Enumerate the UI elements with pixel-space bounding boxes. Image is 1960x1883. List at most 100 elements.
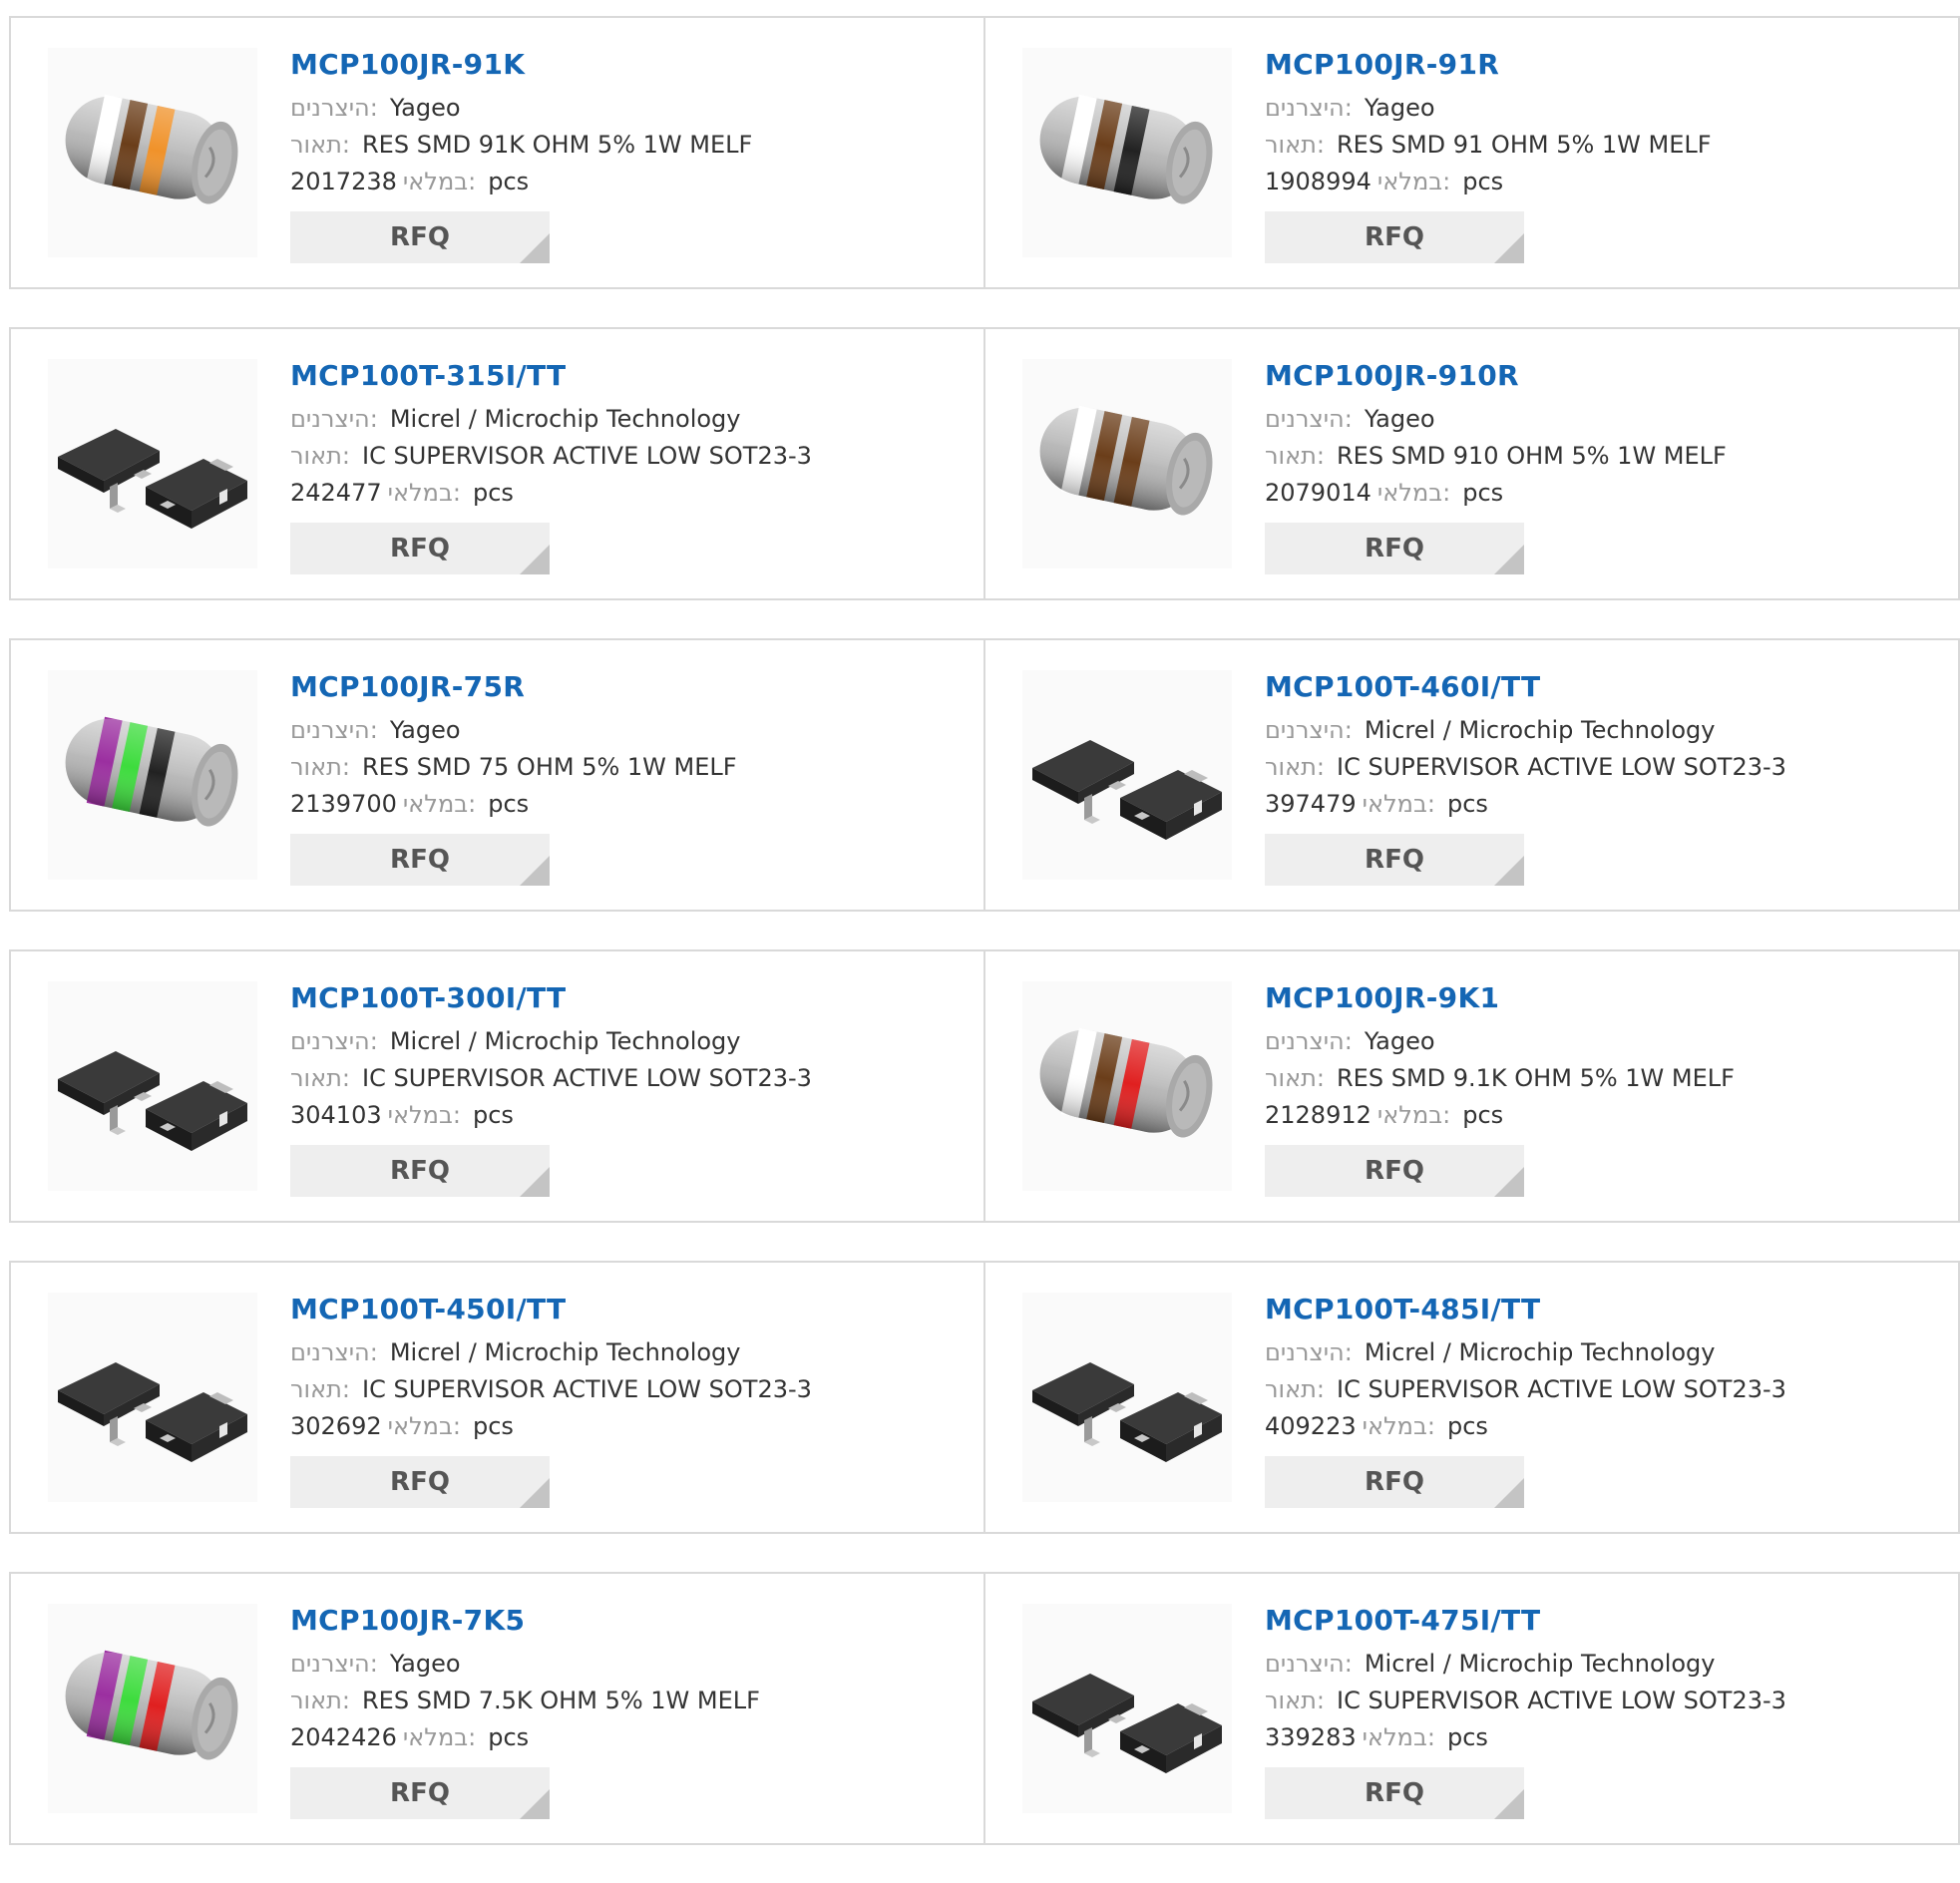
part-number-link[interactable]: MCP100JR-910R [1265, 359, 1948, 393]
part-number-link[interactable]: MCP100JR-91R [1265, 48, 1948, 82]
rfq-label: RFQ [1365, 1156, 1424, 1186]
stock-unit: pcs [1446, 1723, 1488, 1751]
part-number-link[interactable]: MCP100T-315I/TT [290, 359, 974, 393]
rfq-button[interactable]: RFQ [1265, 1145, 1524, 1197]
manufacturer-line: היצרנים: Yageo [290, 94, 974, 122]
product-card: MCP100T-460I/TT היצרנים: Micrel / Microch… [985, 640, 1960, 910]
rfq-button[interactable]: RFQ [1265, 1456, 1524, 1508]
stock-label: במלאי: [1376, 479, 1451, 507]
stock-line: 304103 במלאי: pcs [290, 1101, 974, 1129]
rfq-label: RFQ [390, 1778, 450, 1808]
product-card: MCP100T-315I/TT היצרנים: Micrel / Microch… [11, 329, 985, 598]
sot23-chip-icon [1022, 1293, 1232, 1502]
manufacturer-value: Micrel / Microchip Technology [1364, 1650, 1716, 1678]
stock-line: 1908994 במלאי: pcs [1265, 168, 1948, 195]
description-label: תאור: [290, 1687, 350, 1714]
sot23-chip-image[interactable] [1022, 1604, 1232, 1813]
description-value: RES SMD 91 OHM 5% 1W MELF [1337, 131, 1712, 159]
rfq-button[interactable]: RFQ [290, 1145, 550, 1197]
corner-fold-icon [1494, 856, 1524, 886]
manufacturer-label: היצרנים: [1265, 1650, 1353, 1678]
stock-line: 302692 במלאי: pcs [290, 1412, 974, 1440]
rfq-button[interactable]: RFQ [290, 211, 550, 263]
stock-value: 2128912 [1265, 1101, 1372, 1129]
manufacturer-line: היצרנים: Yageo [290, 716, 974, 744]
stock-value: 1908994 [1265, 168, 1372, 195]
stock-line: 242477 במלאי: pcs [290, 479, 974, 507]
sot23-chip-image[interactable] [48, 981, 257, 1191]
product-info: MCP100T-315I/TT היצרנים: Micrel / Microch… [290, 359, 974, 574]
description-line: תאור: RES SMD 910 OHM 5% 1W MELF [1265, 442, 1948, 470]
part-number-link[interactable]: MCP100T-450I/TT [290, 1293, 974, 1326]
stock-label: במלאי: [1362, 1412, 1435, 1440]
description-line: תאור: IC SUPERVISOR ACTIVE LOW SOT23-3 [1265, 753, 1948, 781]
description-value: RES SMD 75 OHM 5% 1W MELF [362, 753, 737, 781]
stock-value: 2139700 [290, 790, 397, 818]
product-card: MCP100JR-91R היצרנים: Yageo תאור: RES SMD … [985, 18, 1960, 287]
rfq-button[interactable]: RFQ [290, 523, 550, 574]
resistor-image[interactable] [48, 670, 257, 880]
part-number-link[interactable]: MCP100JR-9K1 [1265, 981, 1948, 1015]
product-card: MCP100T-475I/TT היצרנים: Micrel / Microch… [985, 1574, 1960, 1843]
sot23-chip-image[interactable] [1022, 670, 1232, 880]
part-number-link[interactable]: MCP100JR-91K [290, 48, 974, 82]
resistor-image[interactable] [48, 1604, 257, 1813]
sot23-chip-image[interactable] [48, 1293, 257, 1502]
description-label: תאור: [1265, 1687, 1325, 1714]
product-card: MCP100JR-9K1 היצרנים: Yageo תאור: RES SMD … [985, 951, 1960, 1221]
rfq-button[interactable]: RFQ [290, 1767, 550, 1819]
manufacturer-line: היצרנים: Micrel / Microchip Technology [290, 405, 974, 433]
resistor-image[interactable] [1022, 48, 1232, 257]
manufacturer-label: היצרנים: [290, 1338, 378, 1366]
corner-fold-icon [1494, 545, 1524, 574]
stock-value: 409223 [1265, 1412, 1357, 1440]
part-number-link[interactable]: MCP100T-460I/TT [1265, 670, 1948, 704]
rfq-button[interactable]: RFQ [1265, 211, 1524, 263]
product-row: MCP100T-450I/TT היצרנים: Micrel / Microch… [9, 1261, 1960, 1534]
stock-unit: pcs [472, 1412, 514, 1440]
manufacturer-line: היצרנים: Yageo [1265, 94, 1948, 122]
manufacturer-value: Micrel / Microchip Technology [1364, 716, 1716, 744]
stock-unit: pcs [472, 1101, 514, 1129]
rfq-button[interactable]: RFQ [1265, 834, 1524, 886]
stock-label: במלאי: [387, 479, 461, 507]
rfq-button[interactable]: RFQ [290, 1456, 550, 1508]
part-number-link[interactable]: MCP100T-300I/TT [290, 981, 974, 1015]
resistor-image[interactable] [1022, 359, 1232, 568]
part-number-link[interactable]: MCP100JR-75R [290, 670, 974, 704]
sot23-chip-image[interactable] [48, 359, 257, 568]
stock-line: 2017238 במלאי: pcs [290, 168, 974, 195]
resistor-image[interactable] [1022, 981, 1232, 1191]
product-info: MCP100JR-91K היצרנים: Yageo תאור: RES SMD … [290, 48, 974, 263]
stock-line: 339283 במלאי: pcs [1265, 1723, 1948, 1751]
rfq-button[interactable]: RFQ [1265, 523, 1524, 574]
product-info: MCP100JR-910R היצרנים: Yageo תאור: RES SMD… [1265, 359, 1948, 574]
description-line: תאור: IC SUPERVISOR ACTIVE LOW SOT23-3 [1265, 1687, 1948, 1714]
manufacturer-label: היצרנים: [1265, 405, 1353, 433]
resistor-icon [48, 1604, 257, 1813]
resistor-image[interactable] [48, 48, 257, 257]
sot23-chip-image[interactable] [1022, 1293, 1232, 1502]
rfq-label: RFQ [1365, 534, 1424, 564]
description-value: RES SMD 7.5K OHM 5% 1W MELF [362, 1687, 760, 1714]
stock-label: במלאי: [387, 1101, 461, 1129]
part-number-link[interactable]: MCP100JR-7K5 [290, 1604, 974, 1638]
rfq-button[interactable]: RFQ [290, 834, 550, 886]
product-info: MCP100T-475I/TT היצרנים: Micrel / Microch… [1265, 1604, 1948, 1819]
stock-line: 409223 במלאי: pcs [1265, 1412, 1948, 1440]
manufacturer-line: היצרנים: Micrel / Microchip Technology [1265, 1338, 1948, 1366]
stock-label: במלאי: [1362, 1723, 1435, 1751]
description-label: תאור: [1265, 442, 1325, 470]
rfq-button[interactable]: RFQ [1265, 1767, 1524, 1819]
description-value: IC SUPERVISOR ACTIVE LOW SOT23-3 [362, 1064, 812, 1092]
rfq-label: RFQ [390, 534, 450, 564]
manufacturer-label: היצרנים: [290, 1027, 378, 1055]
product-grid: MCP100JR-91K היצרנים: Yageo תאור: RES SMD … [9, 16, 1960, 1883]
part-number-link[interactable]: MCP100T-475I/TT [1265, 1604, 1948, 1638]
rfq-label: RFQ [1365, 1778, 1424, 1808]
stock-unit: pcs [1462, 1101, 1504, 1129]
description-value: IC SUPERVISOR ACTIVE LOW SOT23-3 [362, 1375, 812, 1403]
stock-value: 302692 [290, 1412, 382, 1440]
part-number-link[interactable]: MCP100T-485I/TT [1265, 1293, 1948, 1326]
resistor-icon [1022, 48, 1232, 257]
